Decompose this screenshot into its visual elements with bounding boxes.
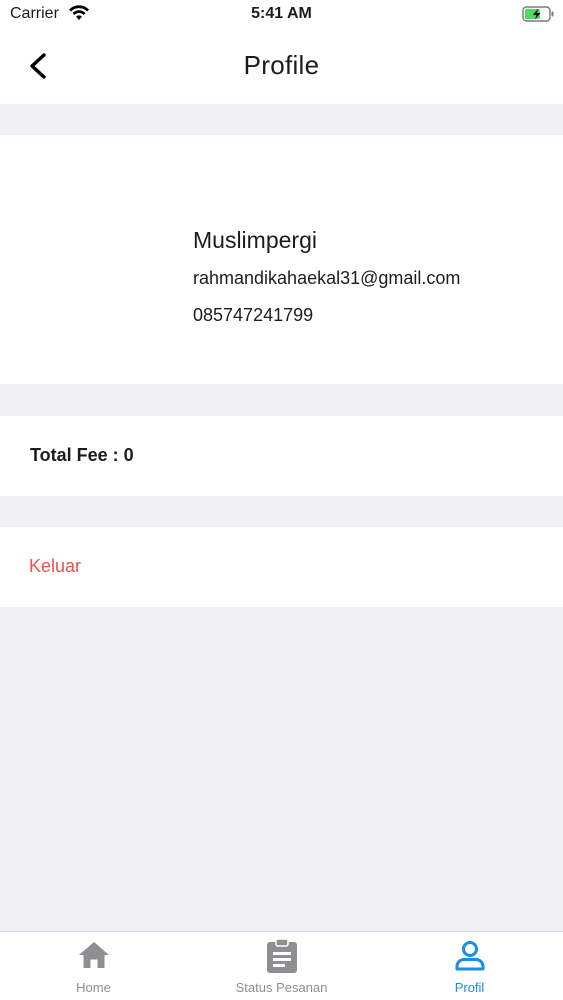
profile-name: Muslimpergi (193, 227, 317, 253)
tab-profil[interactable]: Profil (376, 932, 563, 1000)
profile-email: rahmandikahaekal31@gmail.com (193, 268, 461, 288)
tab-status-pesanan-label: Status Pesanan (235, 980, 328, 995)
logout-label: Keluar (29, 556, 82, 576)
tab-bar: Home Status Pesanan Profil (0, 931, 563, 1000)
tab-home[interactable]: Home (0, 932, 187, 1000)
status-bar: Carrier 5:41 AM (0, 0, 563, 30)
status-time: 5:41 AM (251, 5, 312, 22)
logout-button[interactable]: Keluar (0, 527, 563, 607)
navigation-bar: Profile (0, 30, 563, 104)
clipboard-icon (265, 938, 299, 979)
profile-card: Muslimpergi rahmandikahaekal31@gmail.com… (0, 135, 563, 384)
total-fee-card: Total Fee : 0 (0, 416, 563, 496)
home-icon (77, 938, 111, 977)
user-icon (453, 938, 487, 977)
total-fee-label: Total Fee : 0 (30, 445, 134, 465)
battery-charging-icon (522, 6, 555, 27)
page-title: Profile (243, 50, 320, 80)
tab-status-pesanan[interactable]: Status Pesanan (188, 932, 375, 1000)
tab-profil-label: Profil (454, 980, 485, 995)
tab-home-label: Home (76, 980, 111, 995)
profile-phone: 085747241799 (193, 305, 314, 325)
